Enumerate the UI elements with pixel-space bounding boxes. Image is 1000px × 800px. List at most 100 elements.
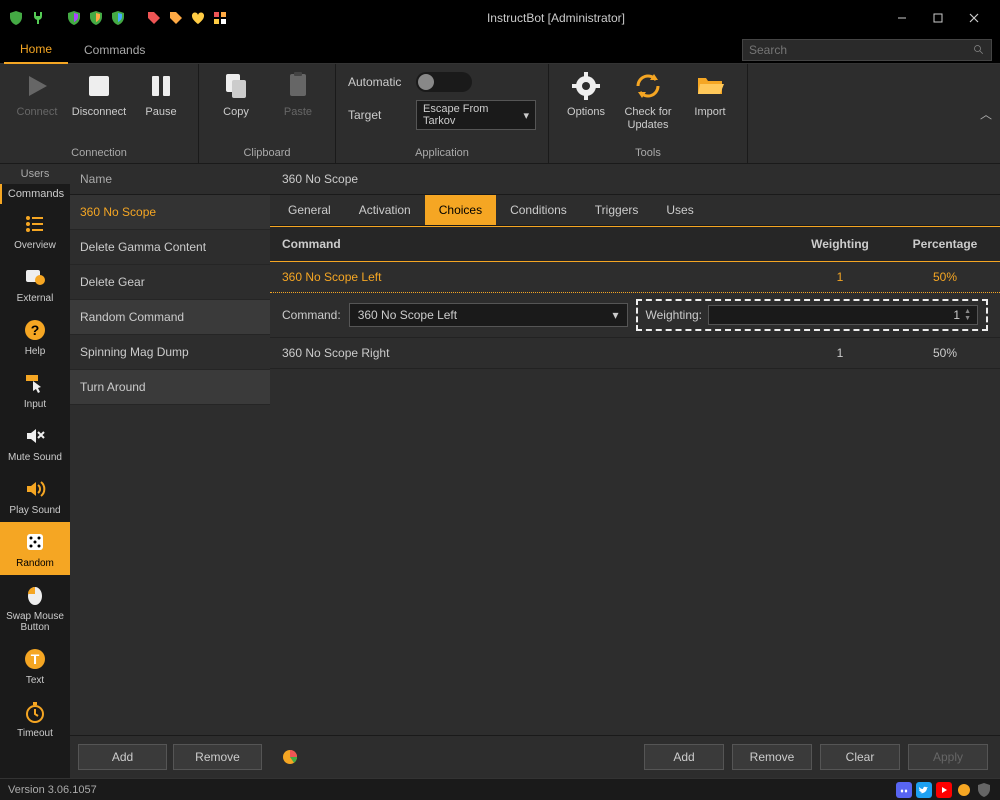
- stop-icon: [83, 70, 115, 102]
- list-actions: Add Remove: [70, 735, 270, 778]
- ribbon-group-tools: Options Check for Updates Import Tools: [549, 64, 748, 163]
- sound-icon: [21, 475, 49, 503]
- pie-chart-icon[interactable]: [282, 749, 298, 765]
- spinner-icon[interactable]: ▲▼: [964, 308, 971, 322]
- subtab-general[interactable]: General: [274, 195, 345, 225]
- nav-tab-commands[interactable]: Commands: [0, 184, 70, 204]
- list-item[interactable]: Delete Gamma Content: [70, 230, 270, 265]
- paste-icon: [282, 70, 314, 102]
- nav-item-random[interactable]: Random: [0, 522, 70, 575]
- subtab-conditions[interactable]: Conditions: [496, 195, 581, 225]
- cell-command: 360 No Scope Left: [270, 262, 790, 292]
- refresh-icon: [632, 70, 664, 102]
- list-item[interactable]: 360 No Scope: [70, 195, 270, 230]
- nav-item-play-sound[interactable]: Play Sound: [0, 469, 70, 522]
- shield-icon-1: [8, 10, 24, 26]
- subtab-activation[interactable]: Activation: [345, 195, 425, 225]
- nav-item-timeout[interactable]: Timeout: [0, 692, 70, 745]
- options-button[interactable]: Options: [557, 70, 615, 119]
- discord-icon[interactable]: [896, 782, 912, 798]
- search-icon: [973, 44, 985, 56]
- subtab-uses[interactable]: Uses: [652, 195, 707, 225]
- main-actions: Add Remove Clear Apply: [270, 735, 1000, 778]
- cell-weighting: 1: [790, 262, 890, 292]
- settings-icon[interactable]: [956, 782, 972, 798]
- list-add-button[interactable]: Add: [78, 744, 167, 770]
- target-value: Escape From Tarkov: [423, 103, 523, 127]
- nav-item-text[interactable]: T Text: [0, 639, 70, 692]
- plug-icon: [30, 10, 46, 26]
- heart-icon: [190, 10, 206, 26]
- shield-icon-4: [110, 10, 126, 26]
- ribbon-group-clipboard: Copy Paste Clipboard: [199, 64, 336, 163]
- connect-button[interactable]: Connect: [8, 70, 66, 119]
- nav-item-external[interactable]: External: [0, 257, 70, 310]
- pause-button[interactable]: Pause: [132, 70, 190, 119]
- close-button[interactable]: [956, 0, 992, 36]
- nav-tab-users[interactable]: Users: [0, 164, 70, 184]
- maximize-button[interactable]: [920, 0, 956, 36]
- tab-home[interactable]: Home: [4, 36, 68, 64]
- main-apply-button[interactable]: Apply: [908, 744, 988, 770]
- grid-row[interactable]: 360 No Scope Left 1 50%: [270, 262, 1000, 293]
- check-updates-button[interactable]: Check for Updates: [619, 70, 677, 132]
- main-clear-button[interactable]: Clear: [820, 744, 900, 770]
- text-icon: T: [21, 645, 49, 673]
- automatic-toggle[interactable]: [416, 72, 472, 92]
- target-label: Target: [348, 108, 408, 122]
- search-box[interactable]: [742, 39, 992, 61]
- nav-item-mute-sound[interactable]: Mute Sound: [0, 416, 70, 469]
- nav-item-swap-mouse[interactable]: Swap Mouse Button: [0, 575, 70, 639]
- grid-row[interactable]: 360 No Scope Right 1 50%: [270, 338, 1000, 369]
- stopwatch-icon: [21, 698, 49, 726]
- help-icon: ?: [21, 316, 49, 344]
- ribbon-label-connection: Connection: [0, 147, 198, 163]
- target-select[interactable]: Escape From Tarkov ▾: [416, 100, 536, 130]
- subtab-choices[interactable]: Choices: [425, 195, 496, 225]
- gear-icon: [570, 70, 602, 102]
- youtube-icon[interactable]: [936, 782, 952, 798]
- cell-command: 360 No Scope Right: [270, 338, 790, 368]
- svg-text:?: ?: [31, 322, 40, 338]
- status-shield-icon[interactable]: [976, 782, 992, 798]
- mute-icon: [21, 422, 49, 450]
- list-item[interactable]: Delete Gear: [70, 265, 270, 300]
- nav-item-overview[interactable]: Overview: [0, 204, 70, 257]
- main-add-button[interactable]: Add: [644, 744, 724, 770]
- ribbon-collapse-icon[interactable]: ︿: [980, 105, 992, 122]
- folder-open-icon: [694, 70, 726, 102]
- tab-commands[interactable]: Commands: [68, 37, 161, 63]
- ribbon-group-connection: Connect Disconnect Pause Connection: [0, 64, 199, 163]
- disconnect-button[interactable]: Disconnect: [70, 70, 128, 119]
- edit-command-select[interactable]: 360 No Scope Left ▾: [349, 303, 628, 327]
- shield-icon-2: [66, 10, 82, 26]
- nav-item-help[interactable]: ? Help: [0, 310, 70, 363]
- chevron-down-icon: ▾: [523, 109, 529, 122]
- play-icon: [21, 70, 53, 102]
- nav-item-input[interactable]: Input: [0, 363, 70, 416]
- search-input[interactable]: [749, 43, 973, 57]
- twitter-icon[interactable]: [916, 782, 932, 798]
- weighting-input[interactable]: 1 ▲▼: [708, 305, 978, 325]
- pause-icon: [145, 70, 177, 102]
- edit-command-label: Command:: [282, 308, 341, 322]
- col-percentage: Percentage: [890, 227, 1000, 261]
- import-button[interactable]: Import: [681, 70, 739, 119]
- copy-button[interactable]: Copy: [207, 70, 265, 119]
- minimize-button[interactable]: [884, 0, 920, 36]
- list-remove-button[interactable]: Remove: [173, 744, 262, 770]
- list-item[interactable]: Spinning Mag Dump: [70, 335, 270, 370]
- list-items: 360 No Scope Delete Gamma Content Delete…: [70, 195, 270, 735]
- main-remove-button[interactable]: Remove: [732, 744, 812, 770]
- list-item[interactable]: Random Command: [70, 300, 270, 335]
- list-item[interactable]: Turn Around: [70, 370, 270, 405]
- col-weighting: Weighting: [790, 227, 890, 261]
- weighting-value: 1: [953, 308, 960, 322]
- dice-icon: [21, 528, 49, 556]
- sub-tabs: General Activation Choices Conditions Tr…: [270, 195, 1000, 226]
- window-title: InstructBot [Administrator]: [228, 11, 884, 25]
- main-title: 360 No Scope: [270, 164, 1000, 195]
- paste-button[interactable]: Paste: [269, 70, 327, 119]
- subtab-triggers[interactable]: Triggers: [581, 195, 653, 225]
- titlebar-app-icons: [8, 10, 228, 26]
